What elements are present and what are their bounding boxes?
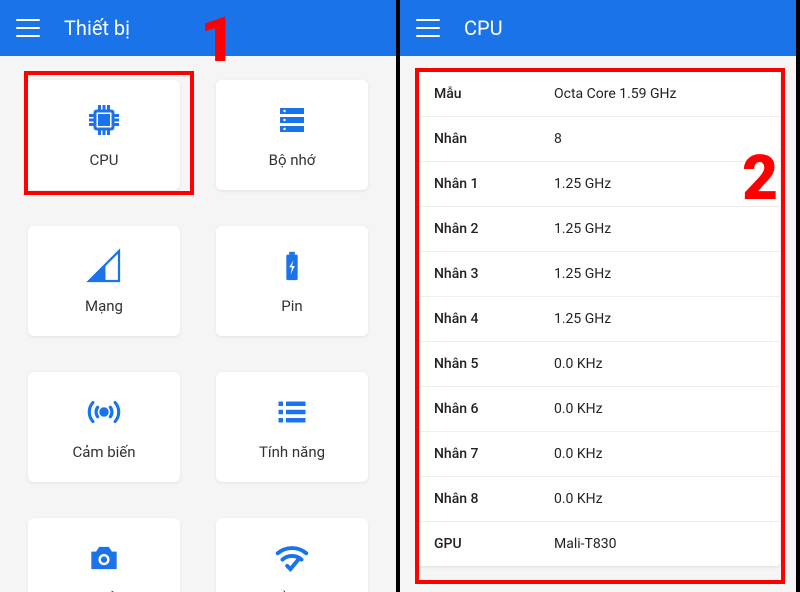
detail-value: 1.25 GHz — [554, 311, 611, 327]
detail-value: 1.25 GHz — [554, 221, 611, 237]
detail-row: Nhân 7 0.0 KHz — [416, 432, 780, 477]
tile-features[interactable]: Tính năng — [216, 372, 368, 482]
camera-icon — [85, 539, 123, 577]
detail-row: Nhân 2 1.25 GHz — [416, 207, 780, 252]
header-title: CPU — [464, 16, 503, 40]
tile-sensor[interactable]: Cảm biến — [28, 372, 180, 482]
detail-label: Nhân 4 — [434, 311, 554, 327]
tile-label: Mạng — [85, 297, 123, 315]
detail-value: Octa Core 1.59 GHz — [554, 86, 676, 102]
detail-value: 0.0 KHz — [554, 446, 603, 462]
detail-value: 1.25 GHz — [554, 266, 611, 282]
detail-row: Nhân 6 0.0 KHz — [416, 387, 780, 432]
cpu-detail-card: Mẫu Octa Core 1.59 GHz Nhân 8 Nhân 1 1.2… — [416, 72, 780, 566]
tile-cpu[interactable]: CPU — [28, 80, 180, 190]
cpu-icon — [85, 101, 123, 139]
menu-icon[interactable] — [416, 19, 440, 37]
tile-network[interactable]: Mạng — [28, 226, 180, 336]
battery-icon — [273, 247, 311, 285]
detail-row: Nhân 5 0.0 KHz — [416, 342, 780, 387]
detail-value: 0.0 KHz — [554, 491, 603, 507]
detail-value: 0.0 KHz — [554, 356, 603, 372]
device-screen: Thiết bị CPU — [0, 0, 398, 592]
detail-row: Nhân 8 0.0 KHz — [416, 477, 780, 522]
detail-label: Nhân 8 — [434, 491, 554, 507]
sensor-icon — [85, 393, 123, 431]
detail-value: 8 — [554, 131, 562, 147]
tile-battery[interactable]: Pin — [216, 226, 368, 336]
tile-label: Pin — [281, 297, 302, 315]
menu-icon[interactable] — [16, 19, 40, 37]
tile-label: Tính năng — [259, 443, 325, 461]
tile-label: Bộ nhớ — [269, 151, 316, 169]
detail-label: Nhân — [434, 131, 554, 147]
cpu-detail-screen: CPU Mẫu Octa Core 1.59 GHz Nhân 8 Nhân 1… — [398, 0, 796, 592]
detail-label: Nhân 1 — [434, 176, 554, 192]
detail-label: GPU — [434, 536, 554, 552]
detail-row: GPU Mali-T830 — [416, 522, 780, 566]
detail-label: Nhân 6 — [434, 401, 554, 417]
app-header: CPU — [400, 0, 796, 56]
detail-row: Nhân 4 1.25 GHz — [416, 297, 780, 342]
detail-label: Nhân 3 — [434, 266, 554, 282]
detail-value: 0.0 KHz — [554, 401, 603, 417]
detail-label: Mẫu — [434, 86, 554, 102]
tile-label: CPU — [90, 151, 119, 169]
header-title: Thiết bị — [64, 16, 130, 40]
detail-label: Nhân 2 — [434, 221, 554, 237]
detail-row: Nhân 1 1.25 GHz — [416, 162, 780, 207]
storage-icon — [273, 101, 311, 139]
detail-value: Mali-T830 — [554, 536, 616, 552]
tile-test[interactable]: Kiểm tra — [216, 518, 368, 592]
tile-storage[interactable]: Bộ nhớ — [216, 80, 368, 190]
wifi-check-icon — [273, 539, 311, 577]
network-icon — [85, 247, 123, 285]
tile-camera[interactable]: Máy ảnh — [28, 518, 180, 592]
detail-row: Mẫu Octa Core 1.59 GHz — [416, 72, 780, 117]
detail-label: Nhân 7 — [434, 446, 554, 462]
features-icon — [273, 393, 311, 431]
detail-value: 1.25 GHz — [554, 176, 611, 192]
tile-label: Cảm biến — [72, 443, 135, 461]
detail-label: Nhân 5 — [434, 356, 554, 372]
detail-row: Nhân 3 1.25 GHz — [416, 252, 780, 297]
tile-grid: CPU Bộ nhớ Mạng — [0, 56, 396, 592]
app-header: Thiết bị — [0, 0, 396, 56]
detail-row: Nhân 8 — [416, 117, 780, 162]
